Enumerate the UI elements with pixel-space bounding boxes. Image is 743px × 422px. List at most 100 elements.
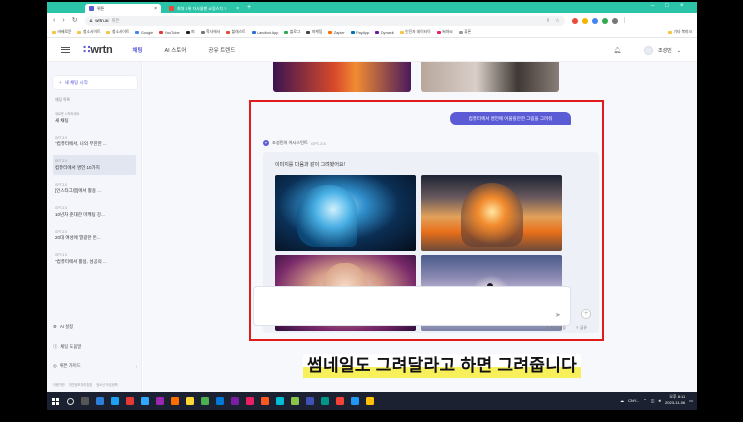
taskbar-app-icon[interactable] xyxy=(365,397,374,405)
bookmark-item[interactable]: 써마씨 xyxy=(436,30,453,35)
wrtn-guide-button[interactable]: ◎ 뤼튼 가이드 › xyxy=(53,363,137,369)
taskbar-app-icon[interactable] xyxy=(215,397,224,405)
chat-list-item[interactable]: GPT-3.5 20대 여성에 열광한 돈... xyxy=(53,226,136,246)
bookmark-label: 블로그 xyxy=(289,30,301,34)
browser-tab-active[interactable]: 뤼튼 × xyxy=(85,4,161,13)
bookmark-item[interactable]: 청소사이트 xyxy=(77,30,100,35)
notification-bell-icon[interactable]: 🔔︎ xyxy=(613,47,621,54)
user-name[interactable]: 조성민 xyxy=(658,47,672,54)
extension-icon[interactable] xyxy=(601,17,608,24)
chat-list-item[interactable]: GPT-3.5 "컴퓨터에서, 나의 무한한 ... xyxy=(53,132,136,152)
send-icon[interactable]: ➤ xyxy=(555,311,561,319)
new-chat-button[interactable]: + 새 채팅 시작 xyxy=(53,76,137,89)
generated-image-blue-head[interactable] xyxy=(275,175,416,251)
task-view-icon[interactable] xyxy=(80,397,89,405)
hamburger-menu-icon[interactable] xyxy=(61,46,70,53)
privacy-link[interactable]: 개인정보처리방침 xyxy=(69,382,92,387)
taskbar-app-icon[interactable] xyxy=(200,397,209,405)
bookmark-item[interactable]: 마케팅 xyxy=(306,30,322,35)
taskbar-app-icon[interactable] xyxy=(350,397,359,405)
generated-image-orange-head[interactable] xyxy=(421,175,562,251)
browser-tab[interactable]: 최대 1위 자사몰팬 쇼핑스치 ? × xyxy=(165,4,243,13)
taskbar-app-icon[interactable] xyxy=(125,397,134,405)
network-icon[interactable]: ◫ xyxy=(651,398,655,403)
taskbar-app-icon[interactable] xyxy=(170,397,179,405)
notification-icon[interactable]: ▭ xyxy=(689,398,693,403)
taskbar-app-icon[interactable] xyxy=(275,397,284,405)
taskbar-app-icon[interactable] xyxy=(155,397,164,405)
taskbar-app-icon[interactable] xyxy=(335,397,344,405)
taskbar-app-icon[interactable] xyxy=(140,397,149,405)
extension-icon[interactable] xyxy=(571,17,578,24)
menu-trend[interactable]: 공유 트렌드 xyxy=(208,46,235,54)
assistant-text: 이미지를 다음과 같이 그려봤어요! xyxy=(275,162,345,168)
bookmark-item[interactable]: 인진자 데이터이 xyxy=(399,30,431,35)
taskbar-app-icon[interactable] xyxy=(305,397,314,405)
taskbar-app-icon[interactable] xyxy=(290,397,299,405)
extension-icon[interactable] xyxy=(591,17,598,24)
chat-list-item[interactable]: GPT-3.5 "컴퓨터에서 활용, 성공의 ... xyxy=(53,249,136,269)
bookmark-item[interactable]: 블로그 xyxy=(284,30,300,35)
extension-icon[interactable] xyxy=(581,17,588,24)
share-icon[interactable]: ⇪ xyxy=(546,18,550,24)
chat-list-item[interactable]: GPT-3.5 컴퓨터에서 명언 10가지 xyxy=(53,155,136,175)
new-tab-button[interactable]: + xyxy=(247,4,251,11)
bookmark-star-icon[interactable]: ☆ xyxy=(555,18,559,24)
close-tab-icon[interactable]: × xyxy=(236,6,239,12)
menu-chat[interactable]: 채팅 xyxy=(132,46,142,54)
weather-text[interactable]: CNY... xyxy=(628,398,639,403)
taskbar-app-icon[interactable] xyxy=(230,397,239,405)
minimize-icon[interactable]: – xyxy=(651,3,654,9)
avatar[interactable] xyxy=(643,46,653,55)
bookmark-item[interactable]: Google xyxy=(135,31,153,35)
clock[interactable]: 오후 8:11 2023-11-06 xyxy=(665,394,685,406)
menu-ai-store[interactable]: AI 스토어 xyxy=(165,46,187,54)
bookmark-item[interactable]: PayApp xyxy=(350,31,369,35)
chevron-down-icon[interactable]: ⌄ xyxy=(677,48,681,54)
forward-icon[interactable]: › xyxy=(62,17,64,24)
taskbar-app-icon[interactable] xyxy=(185,397,194,405)
taskbar-app-icon[interactable] xyxy=(110,397,119,405)
maximize-icon[interactable]: □ xyxy=(665,3,669,9)
bookmark-item[interactable]: Zapier xyxy=(328,31,345,35)
chevron-up-icon[interactable]: ⌃ xyxy=(643,398,646,403)
bookmark-item[interactable]: Landbot App xyxy=(251,31,278,35)
youth-policy-link[interactable]: 청소년 보호정책 xyxy=(96,382,117,387)
chat-input[interactable] xyxy=(253,286,571,326)
bookmark-item[interactable]: 블래스트 xyxy=(226,30,246,35)
bookmark-item[interactable]: 바베로운 xyxy=(52,30,71,35)
taskbar-app-icon[interactable] xyxy=(95,397,104,405)
taskbar-app-icon[interactable] xyxy=(260,397,269,405)
share-button[interactable]: ⇪ 공유 xyxy=(576,325,587,331)
back-icon[interactable]: ‹ xyxy=(53,17,55,24)
bookmark-item[interactable]: 퍼 xyxy=(185,30,195,35)
previous-image[interactable] xyxy=(421,62,559,92)
reload-icon[interactable]: ↻ xyxy=(72,17,78,24)
close-tab-icon[interactable]: × xyxy=(154,6,157,12)
add-icon[interactable]: + xyxy=(581,309,591,319)
volume-icon[interactable]: 🔊︎ xyxy=(659,398,662,403)
chat-list-item[interactable]: GPT-3.5 10년차 준대한 마케팅 강... xyxy=(53,202,136,222)
more-menu-icon[interactable]: ⋮ xyxy=(622,18,628,24)
chat-help-button[interactable]: ⓘ 채팅 도움말 xyxy=(53,344,137,350)
close-window-icon[interactable]: × xyxy=(680,3,684,9)
bookmark-item[interactable]: Dynaxit xyxy=(375,31,394,35)
bookmark-folder-other[interactable]: 기타 북마크 xyxy=(667,30,692,35)
previous-image[interactable] xyxy=(273,62,411,92)
profile-icon[interactable] xyxy=(611,17,618,24)
chat-list-item[interactable]: 새로운 시작하세요 새 채팅 xyxy=(53,107,136,128)
bookmark-item[interactable]: YouTube xyxy=(159,31,180,35)
address-bar[interactable]: 🔒︎ wrtn.ai 뤼튼 ⇪ ☆ xyxy=(84,15,565,26)
bookmark-item[interactable]: 학사에서 xyxy=(200,30,220,35)
wrtn-logo[interactable]: ∷wrtn xyxy=(83,43,113,56)
chat-list-item[interactable]: GPT-3.5 [인스타그램]에서 활용 ... xyxy=(53,179,136,199)
taskbar-app-icon[interactable] xyxy=(245,397,254,405)
ai-settings-button[interactable]: ⚙ AI 설정 xyxy=(53,324,137,330)
bookmark-item[interactable]: 퓨폰 xyxy=(458,30,471,35)
bookmark-label: 퍼 xyxy=(191,30,195,34)
search-icon[interactable] xyxy=(66,397,74,405)
bookmark-item[interactable]: 청소사이트 xyxy=(106,30,129,35)
terms-link[interactable]: 이용약관 xyxy=(53,382,65,387)
windows-start-icon[interactable] xyxy=(47,392,63,410)
taskbar-app-icon[interactable] xyxy=(320,397,329,405)
